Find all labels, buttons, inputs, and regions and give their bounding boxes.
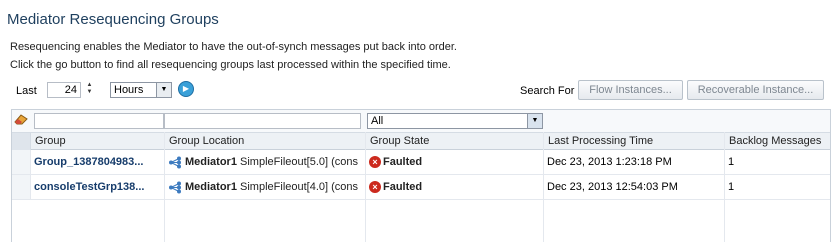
table-row[interactable]: consoleTestGrp138... Mediator1 SimpleFil… <box>12 175 830 200</box>
column-header-backlog-messages[interactable]: Backlog Messages <box>724 133 830 150</box>
chevron-down-icon[interactable]: ▼ <box>156 83 171 97</box>
location-filter-input[interactable] <box>164 113 361 129</box>
group-link[interactable]: Group_1387804983... <box>30 150 164 174</box>
last-processing-time: Dec 23, 2013 12:54:03 PM <box>547 181 678 193</box>
location-detail: SimpleFileout[5.0] (cons <box>240 156 359 168</box>
go-button[interactable]: ▶ <box>178 81 194 97</box>
column-divider <box>724 132 725 242</box>
group-state-cell: × Faulted <box>365 150 543 174</box>
column-header-group-location[interactable]: Group Location <box>164 133 365 150</box>
spinner-icon[interactable]: ▲ ▼ <box>84 82 95 98</box>
state-filter-select[interactable]: All ▼ <box>367 113 543 129</box>
flow-instances-button[interactable]: Flow Instances... <box>578 80 683 100</box>
column-header-group[interactable]: Group <box>30 133 164 150</box>
spinner-down-icon[interactable]: ▼ <box>84 89 95 96</box>
search-for-label: Search For <box>520 85 575 97</box>
state-text: Faulted <box>383 181 423 193</box>
row-selector[interactable] <box>12 150 31 174</box>
description-line-1: Resequencing enables the Mediator to hav… <box>10 41 457 53</box>
chevron-down-icon[interactable]: ▼ <box>527 114 542 128</box>
last-value-input[interactable]: 24 <box>47 82 81 98</box>
error-x-icon: × <box>369 156 381 169</box>
last-label: Last <box>16 85 37 97</box>
location-detail: SimpleFileout[4.0] (cons <box>240 181 359 193</box>
column-divider <box>543 132 544 242</box>
time-unit-select[interactable]: Hours ▼ <box>110 82 172 98</box>
error-x-icon: × <box>369 181 381 194</box>
state-text: Faulted <box>383 156 423 168</box>
row-selector-header <box>12 133 30 150</box>
backlog-count: 1 <box>728 156 735 168</box>
go-arrow-icon: ▶ <box>182 84 190 93</box>
table-filter-row: All ▼ <box>12 110 830 132</box>
location-name-link[interactable]: Mediator1 <box>185 181 237 193</box>
column-divider <box>365 132 366 242</box>
column-header-group-state[interactable]: Group State <box>365 133 543 150</box>
group-location-cell: Mediator1 SimpleFileout[4.0] (cons <box>164 175 365 199</box>
group-location-cell: Mediator1 SimpleFileout[5.0] (cons <box>164 150 365 174</box>
table-row[interactable]: Group_1387804983... Mediator1 SimpleFile… <box>12 150 830 175</box>
page-title: Mediator Resequencing Groups <box>7 11 219 28</box>
table-header-row: Group Group Location Group State Last Pr… <box>12 132 830 150</box>
spinner-up-icon[interactable]: ▲ <box>84 82 95 89</box>
group-link[interactable]: consoleTestGrp138... <box>30 175 164 199</box>
eraser-icon[interactable] <box>14 113 28 125</box>
search-filter-bar: Last 24 ▲ ▼ Hours ▼ ▶ Search For Flow In… <box>0 80 837 102</box>
mediator-component-icon <box>169 156 181 169</box>
description-line-2: Click the go button to find all resequen… <box>10 59 451 71</box>
resequencing-groups-table: All ▼ Group Group Location Group State L… <box>11 109 831 242</box>
last-processing-time: Dec 23, 2013 1:23:18 PM <box>547 156 672 168</box>
column-header-last-processing-time[interactable]: Last Processing Time <box>543 133 724 150</box>
row-selector[interactable] <box>12 175 31 199</box>
state-filter-value: All <box>371 115 384 127</box>
time-unit-value: Hours <box>114 84 144 96</box>
column-divider <box>164 132 165 242</box>
location-name-link[interactable]: Mediator1 <box>185 156 237 168</box>
recoverable-instance-button[interactable]: Recoverable Instance... <box>687 80 824 100</box>
group-state-cell: × Faulted <box>365 175 543 199</box>
group-filter-input[interactable] <box>34 113 164 129</box>
mediator-component-icon <box>169 181 181 194</box>
backlog-count: 1 <box>728 181 735 193</box>
